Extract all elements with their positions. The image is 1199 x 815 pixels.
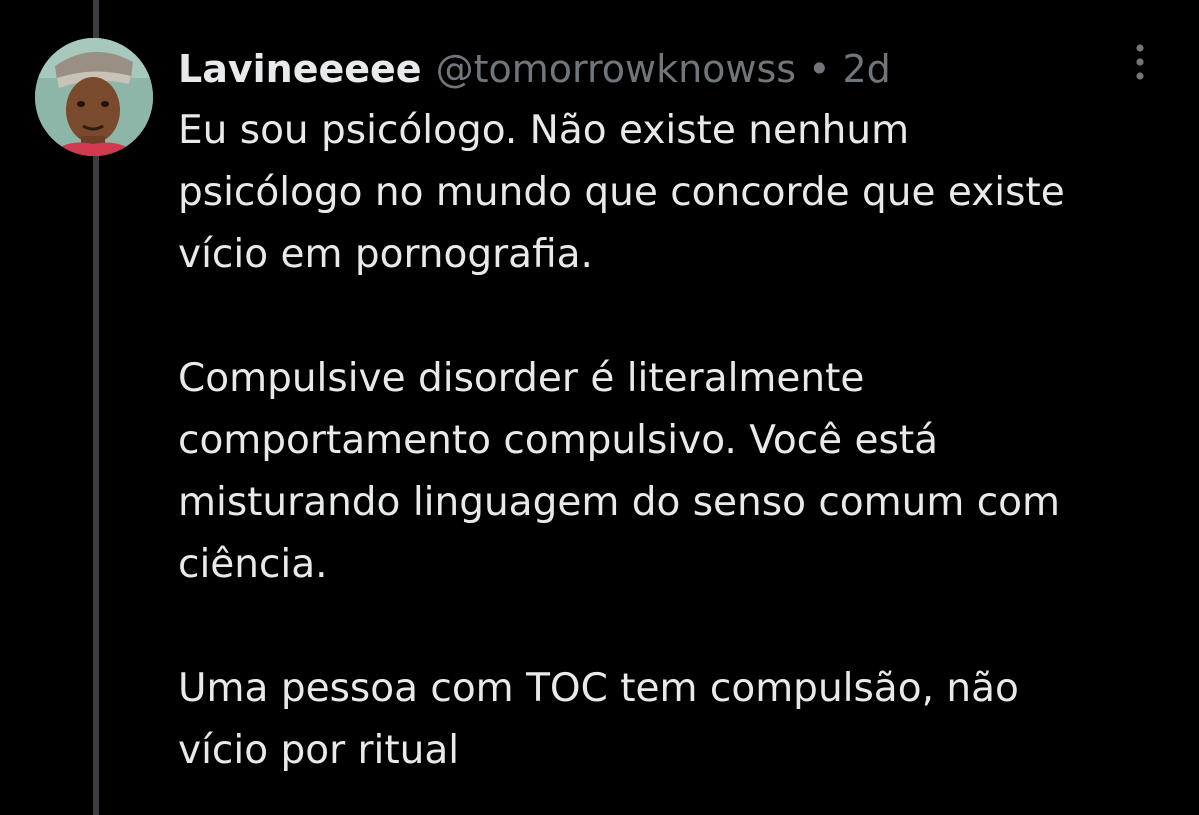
separator-dot: • <box>808 47 831 91</box>
tweet-paragraph: Eu sou psicólogo. Não existe nenhum psic… <box>178 108 1065 277</box>
profile-photo-icon <box>35 38 153 156</box>
tweet-paragraph: Uma pessoa com TOC tem compulsão, não ví… <box>178 666 1019 773</box>
display-name[interactable]: Lavineeeee <box>178 42 422 96</box>
tweet-header: Lavineeeee @tomorrowknowss • 2d <box>178 42 891 96</box>
vertical-ellipsis-icon <box>1136 44 1144 80</box>
tweet-paragraph: Compulsive disorder é literalmente compo… <box>178 356 1061 587</box>
more-options-button[interactable] <box>1118 38 1162 86</box>
timestamp[interactable]: 2d <box>843 42 891 96</box>
user-handle[interactable]: @tomorrowknowss <box>436 42 797 96</box>
tweet-text: Eu sou psicólogo. Não existe nenhum psic… <box>178 100 1188 782</box>
avatar[interactable] <box>35 38 153 156</box>
